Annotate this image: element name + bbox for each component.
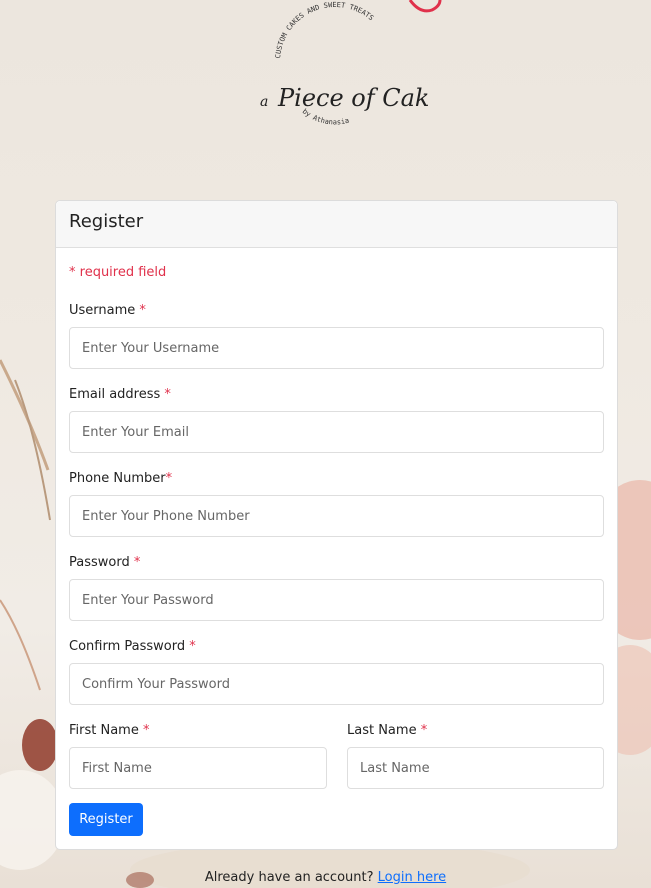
login-prompt: Already have an account? Login here [0,870,651,885]
password-input[interactable] [69,579,604,621]
last-name-label: Last Name * [347,723,427,738]
logo-a: a [260,94,268,110]
username-input[interactable] [69,327,604,369]
last-name-label-text: Last Name [347,723,417,738]
email-label-text: Email address [69,387,161,402]
login-prompt-text: Already have an account? [204,870,374,885]
brand-logo: CUSTOM CAKES AND SWEET TREATS a Piece of… [240,0,444,135]
password-label: Password * [69,555,140,570]
card-title: Register [56,201,617,248]
phone-input[interactable] [69,495,604,537]
confirm-password-required-star: * [189,639,196,654]
register-card: Register * required field Username * Ema… [55,200,618,850]
grass-left [0,359,50,471]
email-required-star: * [164,387,171,402]
first-name-label-text: First Name [69,723,139,738]
first-name-required-star: * [142,723,150,738]
grass-left-3 [0,599,41,691]
phone-required-star: * [165,471,173,486]
phone-label-text: Phone Number [69,471,166,486]
email-input[interactable] [69,411,604,453]
last-name-required-star: * [420,723,428,738]
required-field-note: * required field [69,265,167,280]
logo-name: Piece of Cake [277,84,430,112]
confirm-password-input[interactable] [69,663,604,705]
logo-arc-text: CUSTOM CAKES AND SWEET TREATS [274,1,375,59]
password-label-text: Password [69,555,130,570]
username-required-star: * [139,303,146,318]
username-label-text: Username [69,303,136,318]
login-here-link[interactable]: Login here [378,870,447,885]
register-button[interactable]: Register [69,803,143,836]
username-label: Username * [69,303,146,318]
confirm-password-label: Confirm Password * [69,639,196,654]
first-name-input[interactable] [69,747,327,789]
last-name-input[interactable] [347,747,604,789]
email-label: Email address * [69,387,171,402]
first-name-label: First Name * [69,723,149,738]
red-flower-left [22,719,58,771]
phone-label: Phone Number* [69,471,172,486]
logo-mark: CUSTOM CAKES AND SWEET TREATS a Piece of… [260,1,444,126]
confirm-password-label-text: Confirm Password [69,639,186,654]
password-required-star: * [133,555,141,570]
